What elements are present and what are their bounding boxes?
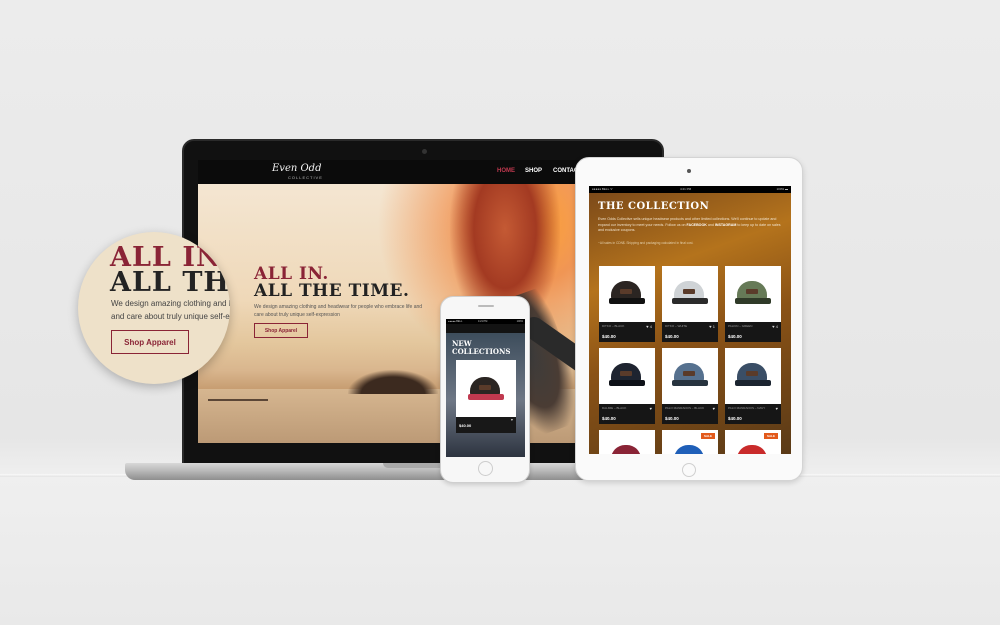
phone-navbar [446, 324, 525, 333]
product-name: DITKO – WHITE [665, 324, 688, 328]
cap-image [733, 442, 773, 454]
product-info: PALO MANRADOS – NAVY $40.00 ♥ [725, 404, 781, 424]
product-name: PALO MANRADOS – BLACK [665, 406, 705, 410]
heart-icon[interactable]: ♥ [650, 406, 652, 411]
phone-speaker [478, 305, 494, 307]
phone-product-price: $40.00 [459, 423, 472, 428]
product-name: DITKO – BLACK [602, 324, 625, 328]
product-price: $40.00 [728, 334, 742, 339]
product-info: PALO MANRADOS – BLACK $40.00 ♥ [662, 404, 718, 424]
phone-product-info: $40.00 ♥ [456, 417, 516, 433]
product-card[interactable]: PALO MANRADOS – BLACK $40.00 ♥ [662, 348, 718, 424]
cap-image [607, 278, 647, 308]
hero-rail [208, 399, 268, 429]
cap-image [733, 360, 773, 390]
cap-image [670, 442, 710, 454]
nav-home[interactable]: HOME [497, 168, 515, 174]
product-name: PALKIN – GREEN [728, 324, 753, 328]
cap-image [607, 360, 647, 390]
tablet-time: 4:21 PM [680, 187, 692, 191]
site-logo-subtitle: COLLECTIVE [288, 175, 323, 180]
product-price: $40.00 [665, 416, 679, 421]
product-card[interactable] [599, 430, 655, 454]
tablet-carrier: ●●●●● BELL ᯤ [592, 187, 613, 191]
product-info: DALMIE – BLACK $40.00 ♥ [599, 404, 655, 424]
hero-trees [348, 370, 438, 394]
cap-image [733, 278, 773, 308]
laptop-camera [422, 149, 427, 154]
zoom-detail-circle: ALL IN. ALL THE We design amazing clothi… [78, 232, 230, 384]
product-info: DITKO – BLACK $40.00 ♥ 4 [599, 322, 655, 342]
tablet-camera [687, 169, 691, 173]
product-price: $40.00 [602, 416, 616, 421]
hero-description: We design amazing clothing and headwear … [254, 304, 423, 318]
product-price: $40.00 [602, 334, 616, 339]
heart-icon[interactable]: ♥ 1 [709, 324, 715, 329]
phone: ●●●●● BELL 4:21 PM 100% NEW COLLECTIONS … [440, 296, 530, 483]
collection-section: THE COLLECTION Even Odds Collective sell… [589, 193, 791, 454]
cap-image [466, 374, 506, 404]
product-card[interactable]: DALMIE – BLACK $40.00 ♥ [599, 348, 655, 424]
product-price: $40.00 [665, 334, 679, 339]
hero-title-line2: ALL THE TIME. [254, 281, 410, 301]
tablet: ●●●●● BELL ᯤ 4:21 PM 100% ▬ THE COLLECTI… [575, 157, 803, 481]
shop-apparel-button[interactable]: Shop Apparel [254, 323, 308, 338]
site-logo[interactable]: Even Odd [272, 163, 322, 174]
tablet-home-button[interactable] [682, 463, 696, 477]
phone-carrier: ●●●●● BELL [448, 320, 463, 323]
heart-icon[interactable]: ♥ [776, 406, 778, 411]
new-collections-title: NEW COLLECTIONS [452, 339, 511, 356]
zoom-shop-apparel-button[interactable]: Shop Apparel [111, 330, 189, 354]
facebook-link[interactable]: FACEBOOK [687, 223, 707, 227]
zoom-description-line1: We design amazing clothing and he [111, 299, 230, 308]
product-card[interactable]: PALKIN – GREEN $40.00 ♥ 4 [725, 266, 781, 342]
product-info: DITKO – WHITE $40.00 ♥ 1 [662, 322, 718, 342]
cap-image [670, 360, 710, 390]
nav-shop[interactable]: SHOP [525, 168, 542, 174]
phone-product-card[interactable] [456, 360, 516, 417]
tablet-battery: 100% ▬ [776, 187, 788, 191]
product-card[interactable]: PALO MANRADOS – NAVY $40.00 ♥ [725, 348, 781, 424]
tablet-screen: ●●●●● BELL ᯤ 4:21 PM 100% ▬ THE COLLECTI… [589, 186, 791, 454]
product-info: PALKIN – GREEN $40.00 ♥ 4 [725, 322, 781, 342]
phone-battery: 100% [516, 320, 523, 323]
heart-icon[interactable]: ♥ 4 [646, 324, 652, 329]
instagram-link[interactable]: INSTAGRAM [715, 223, 737, 227]
product-card[interactable]: SALE [725, 430, 781, 454]
collection-desc-part2: and [707, 222, 714, 227]
collection-description: Even Odds Collective sells unique headwe… [598, 217, 784, 234]
phone-screen: ●●●●● BELL 4:21 PM 100% NEW COLLECTIONS … [446, 319, 525, 457]
product-card[interactable]: SALE [662, 430, 718, 454]
phone-time: 4:21 PM [478, 320, 488, 323]
cap-image [670, 278, 710, 308]
sale-badge: SALE [700, 433, 715, 439]
product-card[interactable]: DITKO – WHITE $40.00 ♥ 1 [662, 266, 718, 342]
product-price: $40.00 [728, 416, 742, 421]
collection-note: ~All sales in CDN$. Shipping and packagi… [598, 241, 694, 245]
phone-home-button[interactable] [478, 461, 493, 476]
heart-icon[interactable]: ♥ [713, 406, 715, 411]
heart-icon[interactable]: ♥ 4 [772, 324, 778, 329]
cap-image [607, 442, 647, 454]
zoom-description-line2: and care about truly unique self-exp [111, 312, 230, 321]
product-name: PALO MANRADOS – NAVY [728, 406, 766, 410]
zoom-title-line2: ALL THE [110, 267, 230, 298]
collection-title: THE COLLECTION [598, 201, 710, 212]
zoom-description: We design amazing clothing and he and ca… [111, 297, 230, 323]
phone-content: NEW COLLECTIONS $40.00 ♥ [446, 333, 525, 457]
product-card[interactable]: DITKO – BLACK $40.00 ♥ 4 [599, 266, 655, 342]
heart-icon[interactable]: ♥ [511, 418, 513, 422]
product-name: DALMIE – BLACK [602, 406, 627, 410]
tablet-status-bar: ●●●●● BELL ᯤ 4:21 PM 100% ▬ [589, 186, 791, 193]
sale-badge: SALE [763, 433, 778, 439]
